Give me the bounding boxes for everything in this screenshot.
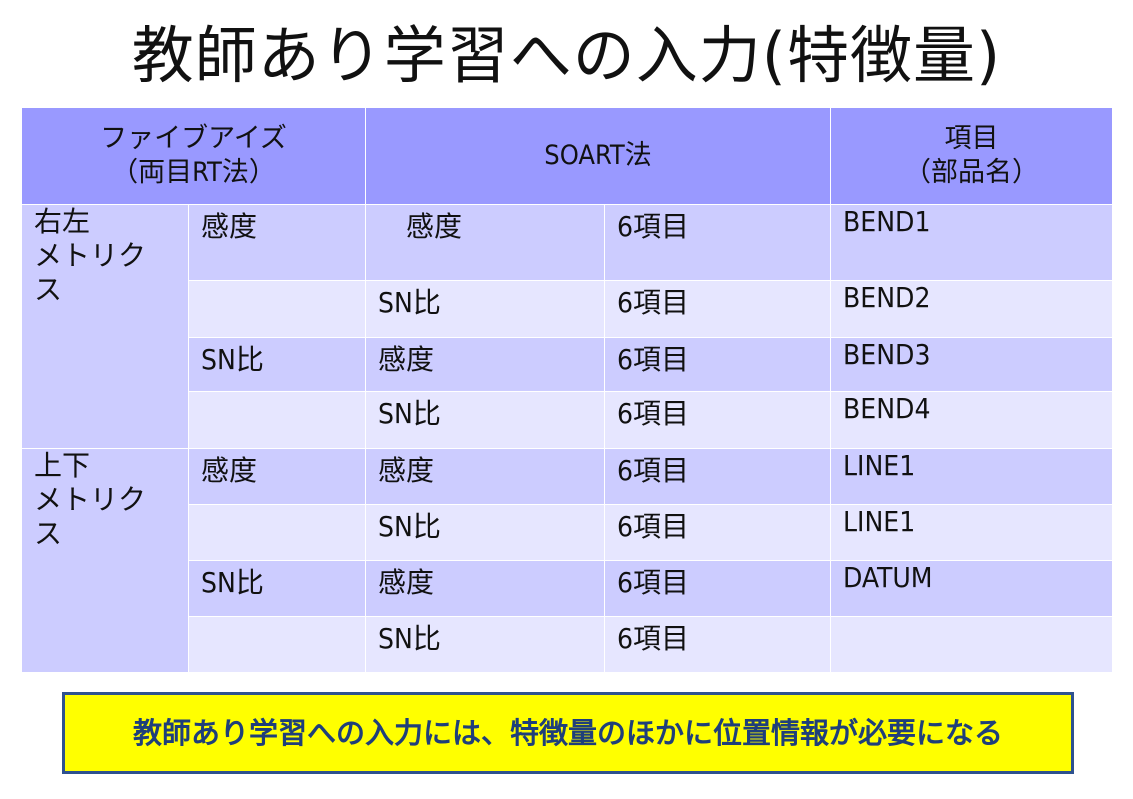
group-label-line: メトリク — [34, 239, 147, 272]
count-cell: 6項目 — [603, 280, 832, 338]
count-cell: 6項目 — [603, 337, 832, 392]
group-label-line: 上下 — [34, 449, 91, 482]
header-five-eyes-label: ファイブアイズ — [100, 123, 287, 154]
item-cell: BEND4 — [830, 391, 1114, 449]
five-eyes-cell — [188, 616, 366, 673]
item-cell — [830, 616, 1114, 673]
count-cell: 6項目 — [603, 504, 832, 561]
summary-note: 教師あり学習への入力には、特徴量のほかに位置情報が必要になる — [62, 692, 1074, 774]
item-cell: LINE1 — [830, 504, 1114, 561]
group-label-lr: 右左 メトリク ス — [21, 204, 189, 449]
header-five-eyes-sub: （両目RT法） — [111, 157, 276, 188]
five-eyes-cell: SN比 — [188, 560, 366, 617]
group-label-line: ス — [34, 273, 63, 306]
soart-cell: 感度 — [365, 560, 605, 617]
soart-cell: 感度 — [365, 448, 605, 505]
header-soart: SOART法 — [364, 107, 832, 205]
item-cell: LINE1 — [830, 448, 1114, 505]
count-cell: 6項目 — [603, 391, 832, 449]
table-row: 上下 メトリク ス 感度 感度 6項目 LINE1 — [21, 448, 1114, 673]
group-label-line: 右左 — [34, 205, 91, 238]
count-cell: 6項目 — [603, 204, 832, 281]
five-eyes-cell — [188, 280, 366, 338]
five-eyes-cell: SN比 — [188, 337, 366, 392]
five-eyes-cell — [188, 504, 366, 561]
item-cell: BEND3 — [830, 337, 1114, 392]
five-eyes-cell — [188, 391, 366, 449]
group-label-ud: 上下 メトリク ス — [21, 448, 189, 673]
header-item-sub: （部品名） — [904, 157, 1040, 188]
count-cell: 6項目 — [603, 616, 832, 673]
soart-cell: 感度 — [365, 337, 605, 392]
soart-cell: SN比 — [365, 504, 605, 561]
table-row: 右左 メトリク ス 感度 感度 6項目 BEND1 — [21, 204, 1114, 449]
group-label-line: ス — [34, 517, 63, 550]
group-label-line: メトリク — [34, 483, 147, 516]
item-cell: BEND1 — [830, 204, 1114, 281]
header-item-label: 項目 — [944, 123, 999, 154]
header-item: 項目 （部品名） — [830, 107, 1114, 205]
soart-cell: SN比 — [365, 391, 605, 449]
count-cell: 6項目 — [603, 560, 832, 617]
header-five-eyes: ファイブアイズ （両目RT法） — [21, 107, 366, 205]
soart-cell: SN比 — [365, 280, 605, 338]
feature-table: ファイブアイズ （両目RT法） SOART法 項目 （部品名） 右左 メトリク … — [21, 107, 1114, 673]
five-eyes-cell: 感度 — [188, 448, 366, 505]
item-cell: BEND2 — [830, 280, 1114, 338]
count-cell: 6項目 — [603, 448, 832, 505]
soart-cell: SN比 — [365, 616, 605, 673]
table-header-row: ファイブアイズ （両目RT法） SOART法 項目 （部品名） — [21, 107, 1114, 205]
five-eyes-cell: 感度 — [188, 204, 366, 281]
slide-title: 教師あり学習への入力(特徴量) — [131, 19, 1002, 92]
item-cell: DATUM — [830, 560, 1114, 617]
soart-cell: 感度 — [365, 204, 605, 281]
